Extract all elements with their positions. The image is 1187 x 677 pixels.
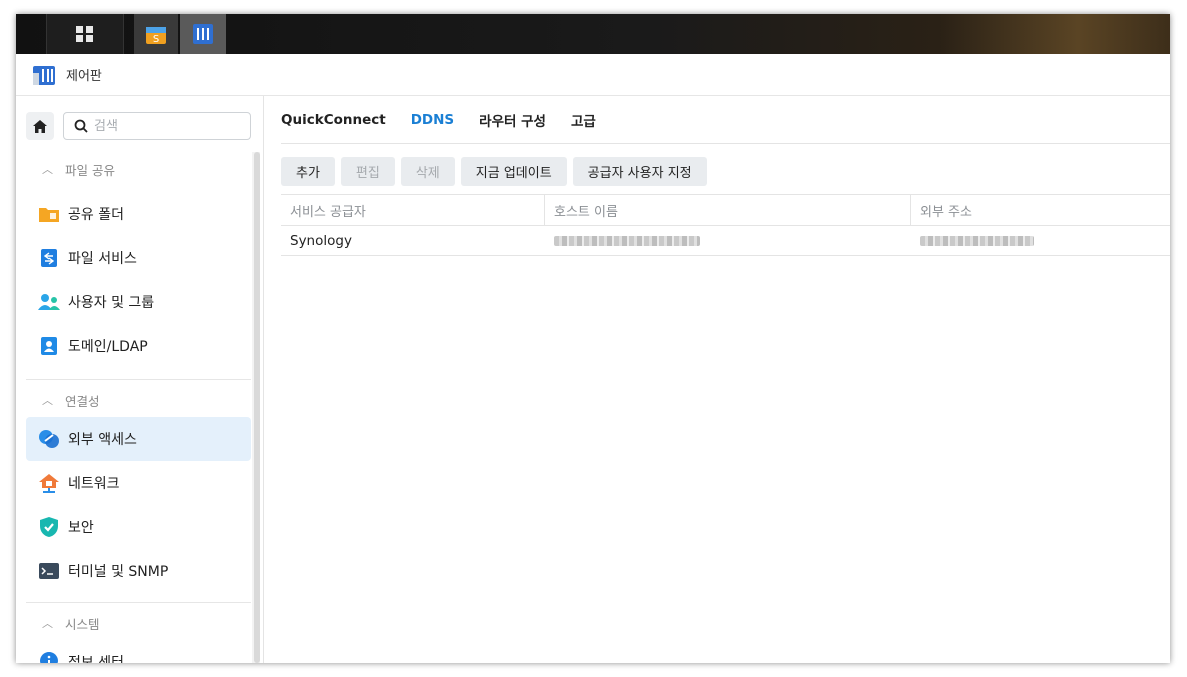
tab-advanced[interactable]: 고급 <box>571 96 596 144</box>
add-button[interactable]: 추가 <box>281 157 335 186</box>
sidebar-item-users-groups[interactable]: 사용자 및 그룹 <box>26 280 251 324</box>
sidebar-item-network[interactable]: 네트워크 <box>26 461 251 505</box>
search-icon <box>74 119 88 133</box>
security-shield-icon <box>38 516 60 538</box>
sidebar-item-label: 네트워크 <box>68 476 120 492</box>
sidebar-item-label: 사용자 및 그룹 <box>68 295 155 311</box>
column-header-external-address[interactable]: 외부 주소 <box>911 195 1170 225</box>
tab-quickconnect[interactable]: QuickConnect <box>281 96 386 144</box>
file-services-icon <box>38 247 60 269</box>
tab-ddns[interactable]: DDNS <box>411 96 454 144</box>
sidebar-item-label: 보안 <box>68 520 94 536</box>
sidebar-item-terminal-snmp[interactable]: 터미널 및 SNMP <box>26 549 251 593</box>
table-row[interactable]: Synology <box>281 226 1170 256</box>
table-header: 서비스 공급자 호스트 이름 외부 주소 <box>281 194 1170 226</box>
sidebar-scrollbar-thumb[interactable] <box>254 152 260 663</box>
window-header: 제어판 <box>16 54 1170 96</box>
delete-button[interactable]: 삭제 <box>400 157 455 186</box>
sidebar-search-row <box>26 112 251 140</box>
column-header-hostname[interactable]: 호스트 이름 <box>545 195 911 225</box>
app-frame: S 제어판 검색 ︿ 파일 공유 공유 폴더 파일 서비스 사용자 및 그룹 도… <box>16 14 1170 663</box>
info-center-icon <box>38 651 60 663</box>
main-panel: QuickConnect DDNS 라우터 구성 고급 추가 편집 삭제 지금 … <box>264 96 1170 663</box>
search-box[interactable] <box>63 112 251 140</box>
sidebar-item-external-access[interactable]: 외부 액세스 <box>26 417 251 461</box>
sidebar-item-info-center[interactable]: 정보 센터 <box>26 640 251 663</box>
search-input[interactable] <box>94 118 234 134</box>
taskbar-control-panel[interactable] <box>180 14 226 54</box>
taskbar-package-center[interactable]: S <box>134 14 178 54</box>
update-now-button[interactable]: 지금 업데이트 <box>460 157 567 186</box>
sidebar-item-label: 터미널 및 SNMP <box>68 564 169 580</box>
tab-router-config[interactable]: 라우터 구성 <box>479 96 546 144</box>
redacted-hostname <box>554 235 700 246</box>
sidebar-item-label: 파일 서비스 <box>68 251 137 267</box>
grid-icon <box>76 26 93 42</box>
cell-hostname-redacted <box>545 226 911 255</box>
external-access-icon <box>38 428 60 450</box>
section-label: 파일 공유 <box>65 162 115 178</box>
sidebar: ︿ 파일 공유 공유 폴더 파일 서비스 사용자 및 그룹 도메인/LDA <box>16 96 264 663</box>
chevron-up-icon: ︿ <box>42 163 53 176</box>
sidebar-item-domain-ldap[interactable]: 도메인/LDAP <box>26 324 251 368</box>
section-file-sharing[interactable]: ︿ 파일 공유 <box>26 158 251 180</box>
sidebar-item-security[interactable]: 보안 <box>26 505 251 549</box>
control-panel-icon <box>193 24 213 44</box>
toolbar: 추가 편집 삭제 지금 업데이트 공급자 사용자 지정 <box>281 157 713 186</box>
svg-text:S: S <box>153 34 159 45</box>
edit-button[interactable]: 편집 <box>340 157 395 186</box>
cell-provider: Synology <box>290 232 352 249</box>
sidebar-item-file-services[interactable]: 파일 서비스 <box>26 236 251 280</box>
column-header-provider[interactable]: 서비스 공급자 <box>281 195 545 225</box>
tab-bar: QuickConnect DDNS 라우터 구성 고급 <box>281 96 621 144</box>
control-panel-icon <box>33 65 55 85</box>
network-icon <box>38 472 60 494</box>
home-icon <box>33 119 47 133</box>
package-center-icon: S <box>146 27 166 45</box>
section-label: 연결성 <box>65 393 100 409</box>
cell-external-address-redacted <box>911 226 1170 255</box>
sidebar-divider <box>26 379 251 380</box>
sidebar-item-label: 공유 폴더 <box>68 207 124 223</box>
sidebar-item-label: 정보 센터 <box>68 655 124 663</box>
main-menu-button[interactable] <box>46 14 124 54</box>
chevron-up-icon: ︿ <box>42 394 53 407</box>
sidebar-item-shared-folder[interactable]: 공유 폴더 <box>26 192 251 236</box>
users-groups-icon <box>38 291 60 313</box>
section-connectivity[interactable]: ︿ 연결성 <box>26 389 251 411</box>
redacted-address <box>920 235 1034 246</box>
ddns-table: 서비스 공급자 호스트 이름 외부 주소 Synology <box>281 194 1170 256</box>
chevron-up-icon: ︿ <box>42 617 53 630</box>
terminal-icon <box>38 560 60 582</box>
customize-provider-button[interactable]: 공급자 사용자 지정 <box>572 157 707 186</box>
taskbar: S <box>16 14 1170 54</box>
domain-ldap-icon <box>38 335 60 357</box>
section-label: 시스템 <box>65 616 100 632</box>
tab-divider <box>281 143 1170 144</box>
sidebar-item-label: 외부 액세스 <box>68 432 137 448</box>
sidebar-divider <box>26 602 251 603</box>
home-button[interactable] <box>26 112 54 140</box>
shared-folder-icon <box>38 203 60 225</box>
sidebar-item-label: 도메인/LDAP <box>68 339 148 355</box>
section-system[interactable]: ︿ 시스템 <box>26 612 251 634</box>
window-title: 제어판 <box>66 69 102 84</box>
